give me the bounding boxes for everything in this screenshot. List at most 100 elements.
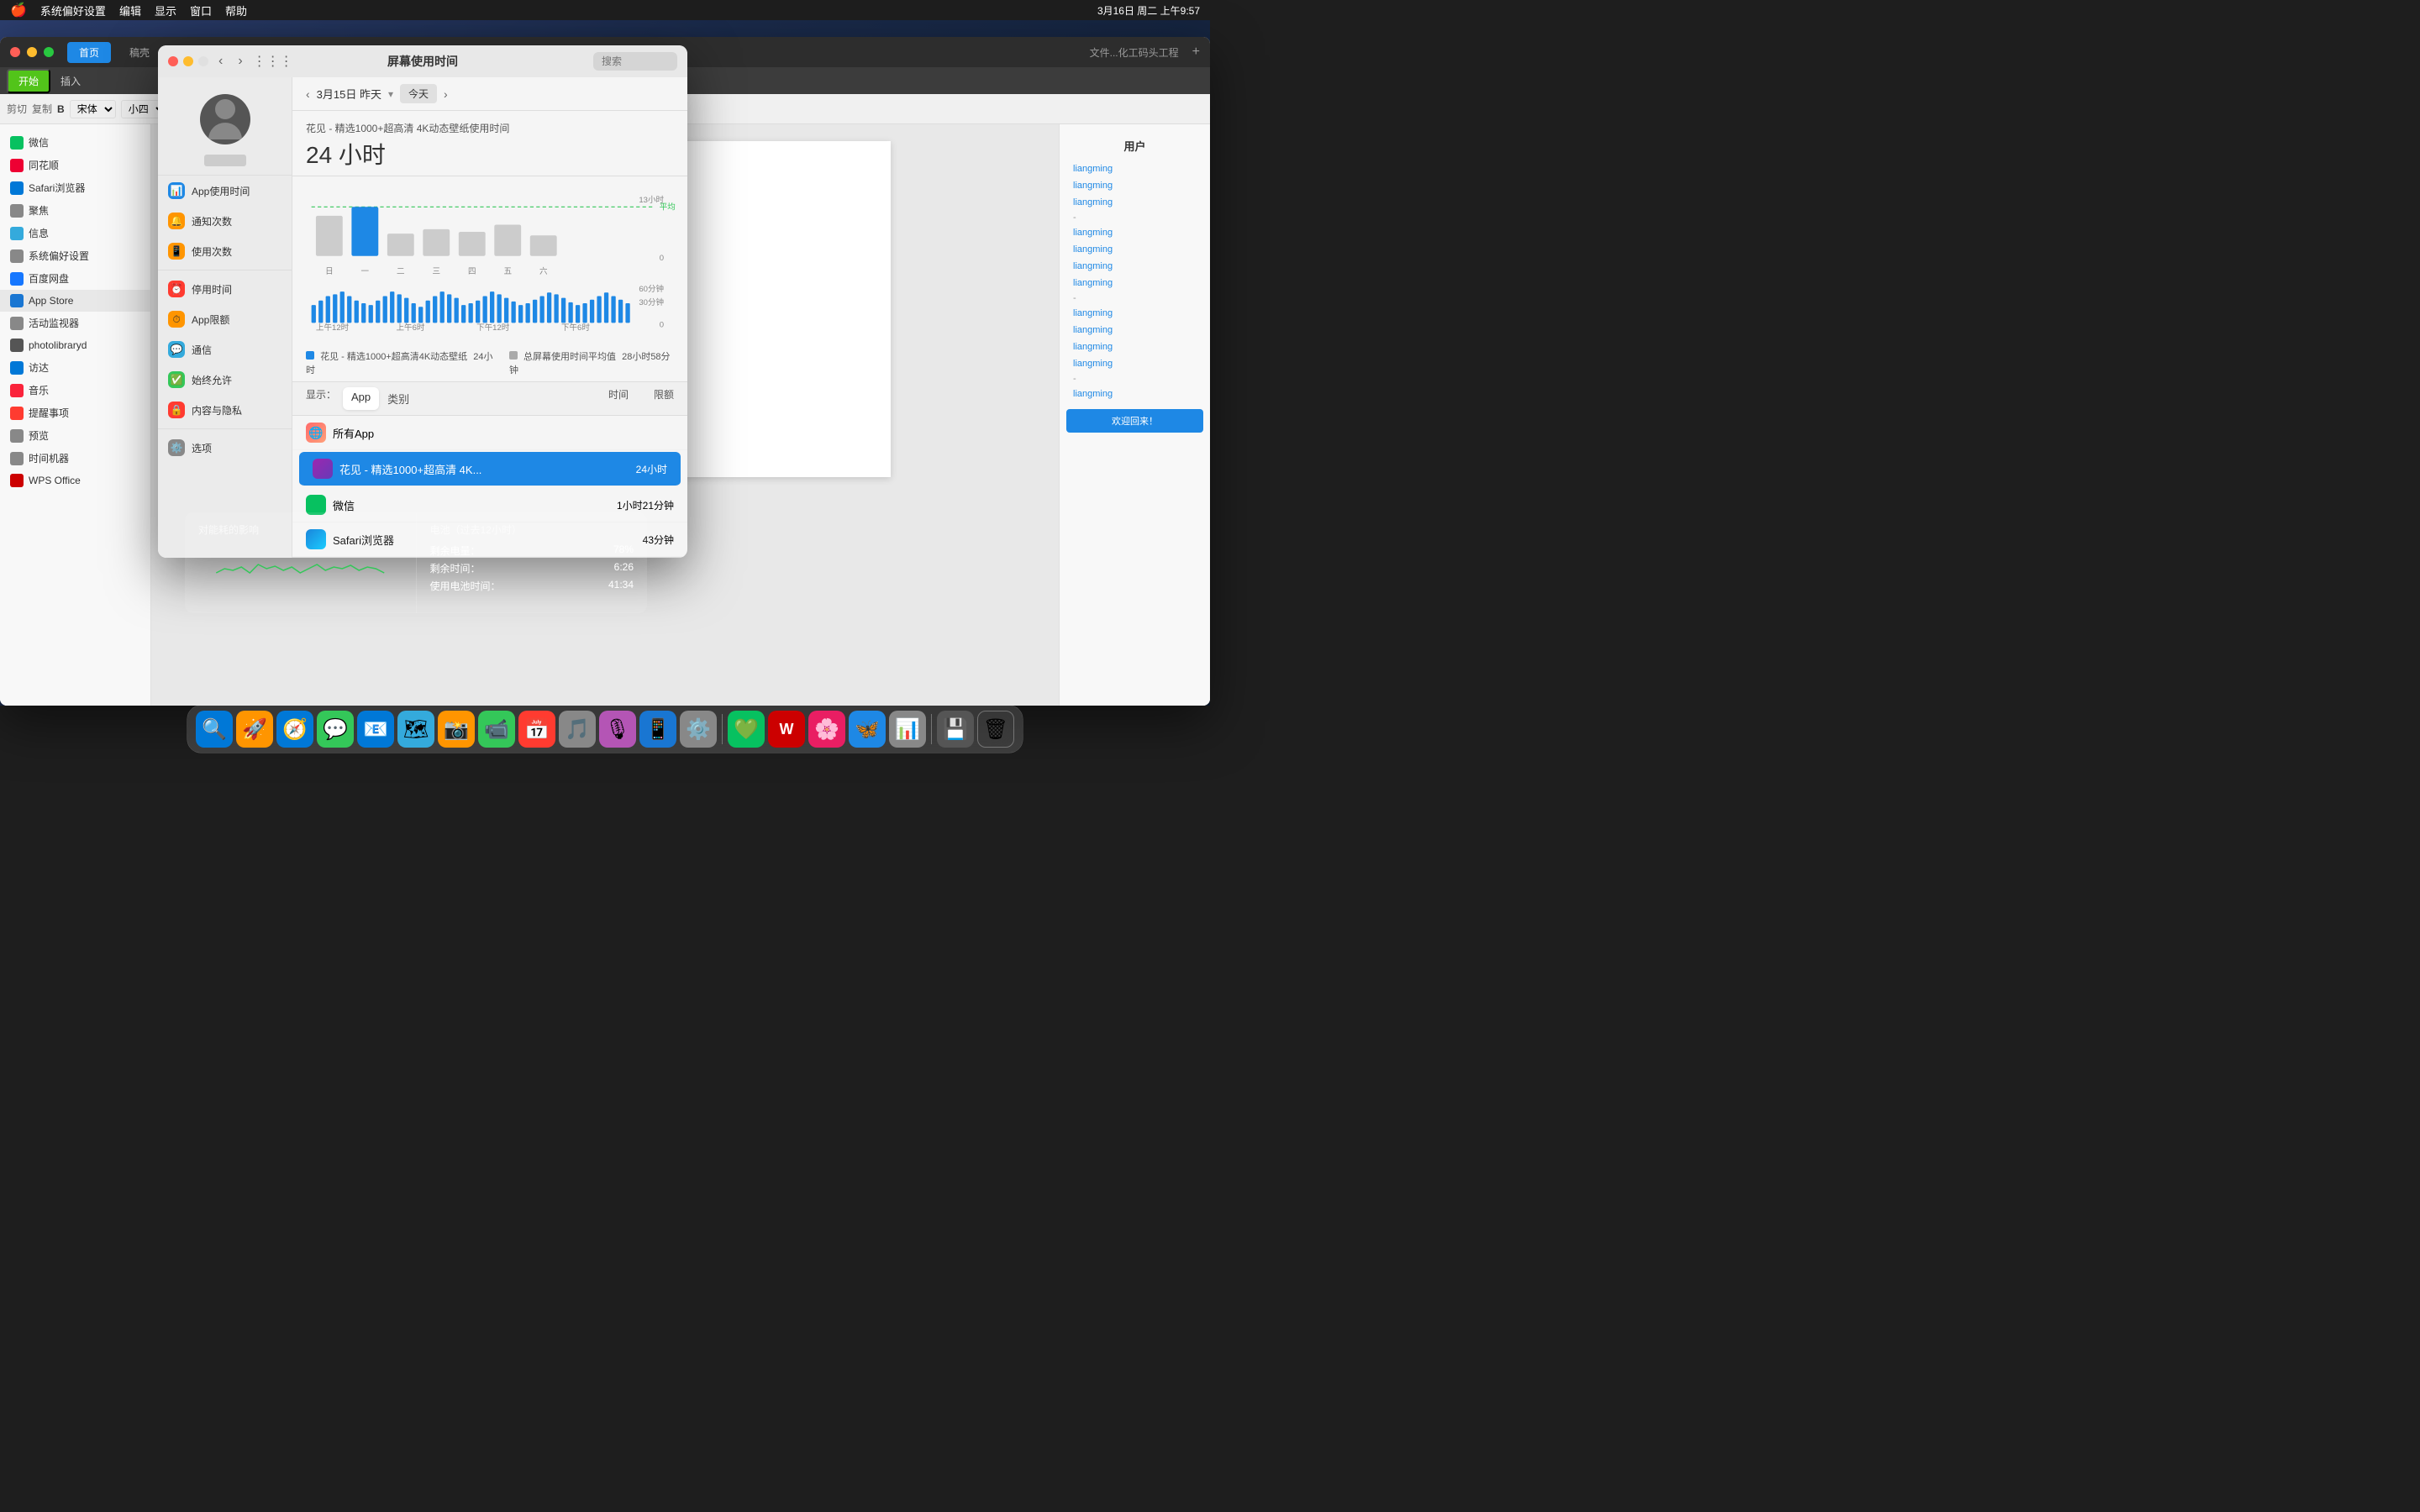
dock-icon-wechat[interactable]: 💚 bbox=[728, 711, 765, 748]
menu-item-window[interactable]: 窗口 bbox=[190, 3, 212, 18]
st-all-apps-row[interactable]: 🌐 所有App bbox=[292, 416, 687, 450]
dock-icon-facetime[interactable]: 📹 bbox=[478, 711, 515, 748]
st-time-display: 24 小时 bbox=[306, 137, 674, 171]
st-tab-category[interactable]: 类别 bbox=[379, 387, 418, 410]
menu-item-preferences[interactable]: 系统偏好设置 bbox=[40, 3, 106, 18]
st-tab-app[interactable]: App bbox=[343, 387, 379, 410]
st-profile bbox=[158, 77, 292, 176]
tab-home[interactable]: 首页 bbox=[67, 42, 111, 63]
right-user-4[interactable]: liangming bbox=[1066, 224, 1203, 241]
dock-icon-preferences[interactable]: ⚙️ bbox=[680, 711, 717, 748]
sidebar-item-wps[interactable]: WPS Office bbox=[0, 470, 150, 491]
font-family-select[interactable]: 宋体 bbox=[70, 100, 116, 118]
st-today-button[interactable]: 今天 bbox=[400, 84, 437, 103]
copy-btn[interactable]: 复制 bbox=[32, 102, 52, 116]
right-user-5[interactable]: liangming bbox=[1066, 241, 1203, 258]
dock-icon-podcasts[interactable]: 🎙 bbox=[599, 711, 636, 748]
dock-icon-trash[interactable]: 🗑 bbox=[977, 711, 1014, 748]
sidebar-item-reminders[interactable]: 提醒事项 bbox=[0, 402, 150, 424]
right-user-12[interactable]: liangming bbox=[1066, 386, 1203, 402]
sidebar-item-messages[interactable]: 信息 bbox=[0, 222, 150, 244]
tab-draft[interactable]: 稿壳 bbox=[118, 42, 161, 63]
right-user-6[interactable]: liangming bbox=[1066, 258, 1203, 275]
format-painter[interactable]: B bbox=[57, 103, 65, 115]
dock-icon-disk[interactable]: 💾 bbox=[937, 711, 974, 748]
sidebar-item-prefs[interactable]: 系统偏好设置 bbox=[0, 244, 150, 267]
dock-icon-hanami[interactable]: 🌸 bbox=[808, 711, 845, 748]
dock-icon-launchpad[interactable]: 🚀 bbox=[236, 711, 273, 748]
st-menu-downtime[interactable]: ⏰ 停用时间 bbox=[158, 274, 292, 304]
maximize-button[interactable] bbox=[44, 47, 54, 57]
sidebar-item-appstore[interactable]: App Store bbox=[0, 290, 150, 312]
sidebar-item-music[interactable]: 音乐 bbox=[0, 379, 150, 402]
st-menu-notifications[interactable]: 🔔 通知次数 bbox=[158, 206, 292, 236]
cut-btn[interactable]: 剪切 bbox=[7, 102, 27, 116]
minimize-button[interactable] bbox=[27, 47, 37, 57]
menu-item-help[interactable]: 帮助 bbox=[225, 3, 247, 18]
sidebar-item-spotlight[interactable]: 聚焦 bbox=[0, 199, 150, 222]
dock-icon-safari[interactable]: 🧭 bbox=[276, 711, 313, 748]
right-user-9[interactable]: liangming bbox=[1066, 322, 1203, 339]
right-user-7[interactable]: liangming bbox=[1066, 275, 1203, 291]
menu-item-display[interactable]: 显示 bbox=[155, 3, 176, 18]
st-date-dropdown-icon[interactable]: ▾ bbox=[388, 88, 393, 100]
st-minimize-button[interactable] bbox=[183, 56, 193, 66]
sidebar-item-baidudisk[interactable]: 百度网盘 bbox=[0, 267, 150, 290]
sidebar-item-wechat[interactable]: 微信 bbox=[0, 131, 150, 154]
dock-icon-kuaiyong[interactable]: 🦋 bbox=[849, 711, 886, 748]
menu-item-edit[interactable]: 编辑 bbox=[119, 3, 141, 18]
dock-icon-photos[interactable]: 📸 bbox=[438, 711, 475, 748]
dock-icon-appstore[interactable]: 📱 bbox=[639, 711, 676, 748]
st-menu-app-usage[interactable]: 📊 App使用时间 bbox=[158, 176, 292, 206]
wps-add-tab[interactable]: + bbox=[1192, 45, 1200, 60]
dock-icon-mail[interactable]: 📧 bbox=[357, 711, 394, 748]
right-separator-3: - bbox=[1066, 372, 1203, 386]
st-menu-applimits[interactable]: ⏱ App限额 bbox=[158, 304, 292, 334]
st-app-name-hanami: 花见 - 精选1000+超高清 4K... bbox=[339, 461, 583, 477]
st-menu-content-privacy[interactable]: 🔒 内容与隐私 bbox=[158, 395, 292, 425]
close-button[interactable] bbox=[10, 47, 20, 57]
sidebar-item-finder[interactable]: 访达 bbox=[0, 356, 150, 379]
sidebar-item-preview[interactable]: 预览 bbox=[0, 424, 150, 447]
sidebar-item-tonghuashun[interactable]: 同花顺 bbox=[0, 154, 150, 176]
dock-icon-music2[interactable]: 🎵 bbox=[559, 711, 596, 748]
st-grid-button[interactable]: ⋮⋮⋮ bbox=[253, 53, 293, 70]
apple-menu-icon[interactable]: 🍎 bbox=[10, 2, 27, 18]
right-panel-title: 用户 bbox=[1066, 131, 1203, 160]
svg-text:日: 日 bbox=[325, 267, 334, 276]
sidebar-item-activitymonitor[interactable]: 活动监视器 bbox=[0, 312, 150, 334]
dock-icon-calendar[interactable]: 📅 bbox=[518, 711, 555, 748]
svg-text:一: 一 bbox=[361, 267, 370, 276]
st-prev-date-button[interactable]: ‹ bbox=[306, 87, 310, 101]
st-app-row-hanami[interactable]: 花见 - 精选1000+超高清 4K... 24小时 bbox=[299, 452, 681, 486]
right-user-2[interactable]: liangming bbox=[1066, 177, 1203, 194]
right-user-8[interactable]: liangming bbox=[1066, 305, 1203, 322]
right-user-3[interactable]: liangming bbox=[1066, 194, 1203, 211]
dock-icon-wps[interactable]: W bbox=[768, 711, 805, 748]
start-button[interactable]: 开始 bbox=[7, 69, 50, 93]
st-menu-pickups[interactable]: 📱 使用次数 bbox=[158, 236, 292, 266]
st-close-button[interactable] bbox=[168, 56, 178, 66]
svg-text:30分钟: 30分钟 bbox=[639, 297, 664, 307]
right-user-10[interactable]: liangming bbox=[1066, 339, 1203, 355]
right-user-11[interactable]: liangming bbox=[1066, 355, 1203, 372]
right-user-1[interactable]: liangming bbox=[1066, 160, 1203, 177]
st-menu-communication[interactable]: 💬 通信 bbox=[158, 334, 292, 365]
st-forward-button[interactable]: › bbox=[233, 52, 247, 71]
dock-icon-messages[interactable]: 💬 bbox=[317, 711, 354, 748]
sidebar-item-safari[interactable]: Safari浏览器 bbox=[0, 176, 150, 199]
dock-icon-maps[interactable]: 🗺 bbox=[397, 711, 434, 748]
st-next-date-button[interactable]: › bbox=[444, 87, 448, 101]
st-menu-icon-applimits: ⏱ bbox=[168, 311, 185, 328]
st-maximize-button[interactable] bbox=[198, 56, 208, 66]
st-menu-options[interactable]: ⚙️ 选项 bbox=[158, 433, 292, 463]
insert-button[interactable]: 插入 bbox=[54, 71, 87, 91]
st-search-input[interactable] bbox=[593, 52, 677, 71]
sidebar-item-photolibraryd[interactable]: photolibraryd bbox=[0, 334, 150, 356]
st-back-button[interactable]: ‹ bbox=[213, 52, 228, 71]
st-menu-always-allowed[interactable]: ✅ 始终允许 bbox=[158, 365, 292, 395]
sidebar-item-timemachine[interactable]: 时间机器 bbox=[0, 447, 150, 470]
dock-icon-activity[interactable]: 📊 bbox=[889, 711, 926, 748]
dock-icon-finder[interactable]: 🔍 bbox=[196, 711, 233, 748]
battery-left-panel: 对能耗的影响 bbox=[185, 512, 417, 613]
